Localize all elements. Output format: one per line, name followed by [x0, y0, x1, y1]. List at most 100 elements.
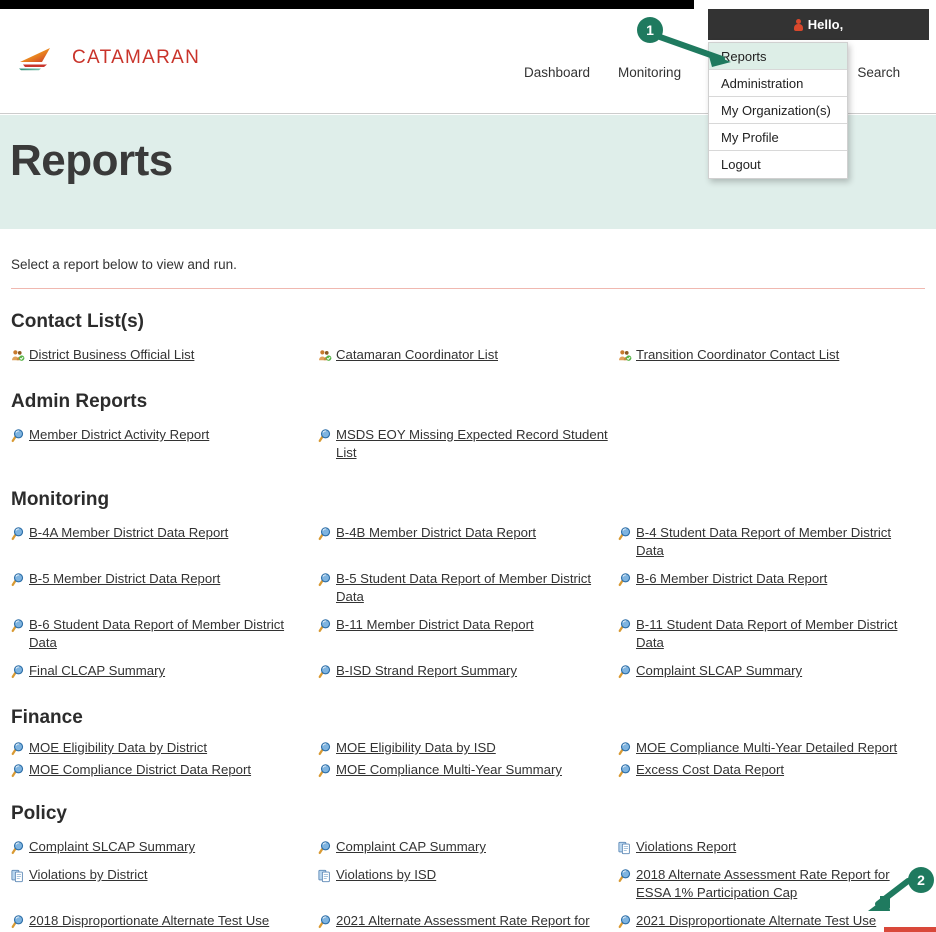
magnifier-icon [11, 764, 24, 778]
report-link-cell: Violations by ISD [318, 861, 618, 907]
report-link[interactable]: B-ISD Strand Report Summary [336, 662, 517, 680]
report-link-cell: MOE Eligibility Data by ISD [318, 737, 618, 759]
report-link-cell: MOE Eligibility Data by District [11, 737, 318, 759]
magnifier-icon [618, 527, 631, 541]
report-link-cell: Violations by District [11, 861, 318, 907]
report-link[interactable]: Complaint SLCAP Summary [29, 838, 195, 856]
magnifier-icon [11, 573, 24, 587]
menu-item-administration[interactable]: Administration [709, 70, 847, 97]
report-link[interactable]: MOE Eligibility Data by District [29, 739, 207, 757]
report-section: Finance MOE Eligibility Data by District M… [0, 707, 936, 781]
report-link[interactable]: Transition Coordinator Contact List [636, 346, 839, 364]
report-link[interactable]: B-4A Member District Data Report [29, 524, 228, 542]
magnifier-icon [618, 742, 631, 756]
report-link-cell: B-11 Student Data Report of Member Distr… [618, 611, 925, 657]
report-link[interactable]: MOE Eligibility Data by ISD [336, 739, 496, 757]
report-link[interactable]: 2021 Disproportionate Alternate Test Use [636, 912, 876, 930]
report-link-cell: MOE Compliance Multi-Year Detailed Repor… [618, 737, 925, 759]
top-white-strip [694, 0, 936, 9]
report-link-cell: Complaint CAP Summary [318, 833, 618, 861]
report-link[interactable]: B-5 Member District Data Report [29, 570, 220, 588]
report-link[interactable]: Violations Report [636, 838, 736, 856]
brand-logo[interactable]: CATAMARAN [14, 45, 200, 71]
menu-item-logout[interactable]: Logout [709, 151, 847, 178]
report-link-grid: Complaint SLCAP Summary Complaint CAP Sum… [11, 833, 925, 932]
magnifier-icon [11, 619, 24, 633]
report-link[interactable]: B-4 Student Data Report of Member Distri… [636, 524, 915, 560]
user-greeting-bar[interactable]: Hello, [708, 9, 929, 40]
report-link[interactable]: Complaint SLCAP Summary [636, 662, 802, 680]
report-link-cell: Final CLCAP Summary [11, 657, 318, 685]
report-link-cell: Violations Report [618, 833, 925, 861]
report-link-cell: B-4 Student Data Report of Member Distri… [618, 519, 925, 565]
report-link[interactable]: B-5 Student Data Report of Member Distri… [336, 570, 608, 606]
magnifier-icon [318, 841, 331, 855]
report-link[interactable]: Final CLCAP Summary [29, 662, 165, 680]
report-link-cell: 2021 Alternate Assessment Rate Report fo… [318, 907, 618, 932]
report-link-cell: 2018 Alternate Assessment Rate Report fo… [618, 861, 925, 907]
report-link-cell: B-11 Member District Data Report [318, 611, 618, 657]
contacts-icon [319, 350, 332, 361]
report-link[interactable]: MOE Compliance Multi-Year Detailed Repor… [636, 739, 897, 757]
section-title: Monitoring [11, 489, 110, 510]
pages-icon [11, 869, 23, 883]
report-link[interactable]: Member District Activity Report [29, 426, 209, 444]
report-link-cell: Transition Coordinator Contact List [618, 341, 925, 369]
corner-red-marker [884, 927, 936, 932]
page-intro-text: Select a report below to view and run. [11, 257, 237, 272]
report-link[interactable]: Complaint CAP Summary [336, 838, 486, 856]
user-greeting-text: Hello, [807, 17, 844, 32]
annotation-badge-1: 1 [637, 17, 663, 43]
magnifier-icon [11, 665, 24, 679]
contacts-icon [619, 350, 632, 361]
report-link[interactable]: B-6 Member District Data Report [636, 570, 827, 588]
content-divider [11, 288, 925, 289]
report-link[interactable]: MOE Compliance Multi-Year Summary [336, 761, 562, 779]
report-link[interactable]: B-4B Member District Data Report [336, 524, 536, 542]
report-link-cell: B-6 Student Data Report of Member Distri… [11, 611, 318, 657]
person-icon [793, 18, 803, 31]
section-title: Finance [11, 707, 83, 728]
top-black-strip [0, 0, 694, 9]
report-link-grid: MOE Eligibility Data by District MOE Elig… [11, 737, 925, 781]
page-title: Reports [10, 136, 173, 185]
magnifier-icon [318, 915, 331, 929]
report-link-grid: Member District Activity Report MSDS EOY … [11, 421, 925, 467]
magnifier-icon [618, 665, 631, 679]
report-section: Monitoring B-4A Member District Data Repo… [0, 489, 936, 685]
menu-item-my-organizations[interactable]: My Organization(s) [709, 97, 847, 124]
report-link[interactable]: Catamaran Coordinator List [336, 346, 498, 364]
magnifier-icon [318, 573, 331, 587]
report-link-cell: B-6 Member District Data Report [618, 565, 925, 611]
report-link[interactable]: B-11 Student Data Report of Member Distr… [636, 616, 915, 652]
report-link[interactable]: Violations by ISD [336, 866, 436, 884]
report-link[interactable]: MSDS EOY Missing Expected Record Student… [336, 426, 608, 462]
report-link-cell: B-5 Member District Data Report [11, 565, 318, 611]
nav-item-dashboard[interactable]: Dashboard [510, 65, 604, 80]
user-dropdown-menu: Reports Administration My Organization(s… [708, 42, 848, 179]
annotation-badge-2: 2 [908, 867, 934, 893]
magnifier-icon [11, 429, 24, 443]
magnifier-icon [318, 764, 331, 778]
magnifier-icon [11, 915, 24, 929]
magnifier-icon [618, 573, 631, 587]
report-link[interactable]: Violations by District [29, 866, 148, 884]
report-link[interactable]: B-6 Student Data Report of Member Distri… [29, 616, 308, 652]
report-link[interactable]: 2018 Alternate Assessment Rate Report fo… [636, 866, 915, 902]
page-content: Select a report below to view and run. C… [0, 229, 936, 932]
magnifier-icon [618, 764, 631, 778]
report-link[interactable]: Excess Cost Data Report [636, 761, 784, 779]
menu-item-reports[interactable]: Reports [709, 43, 847, 70]
magnifier-icon [11, 527, 24, 541]
menu-item-my-profile[interactable]: My Profile [709, 124, 847, 151]
report-link[interactable]: District Business Official List [29, 346, 194, 364]
report-link-cell: Member District Activity Report [11, 421, 318, 467]
report-link[interactable]: 2018 Disproportionate Alternate Test Use… [29, 912, 308, 932]
report-link[interactable]: B-11 Member District Data Report [336, 616, 534, 634]
report-link[interactable]: 2021 Alternate Assessment Rate Report fo… [336, 912, 608, 932]
report-link-cell: 2018 Disproportionate Alternate Test Use… [11, 907, 318, 932]
report-link[interactable]: MOE Compliance District Data Report [29, 761, 251, 779]
contacts-icon [12, 350, 25, 361]
corner-teal-marker [880, 896, 890, 908]
nav-item-monitoring[interactable]: Monitoring [604, 65, 695, 80]
